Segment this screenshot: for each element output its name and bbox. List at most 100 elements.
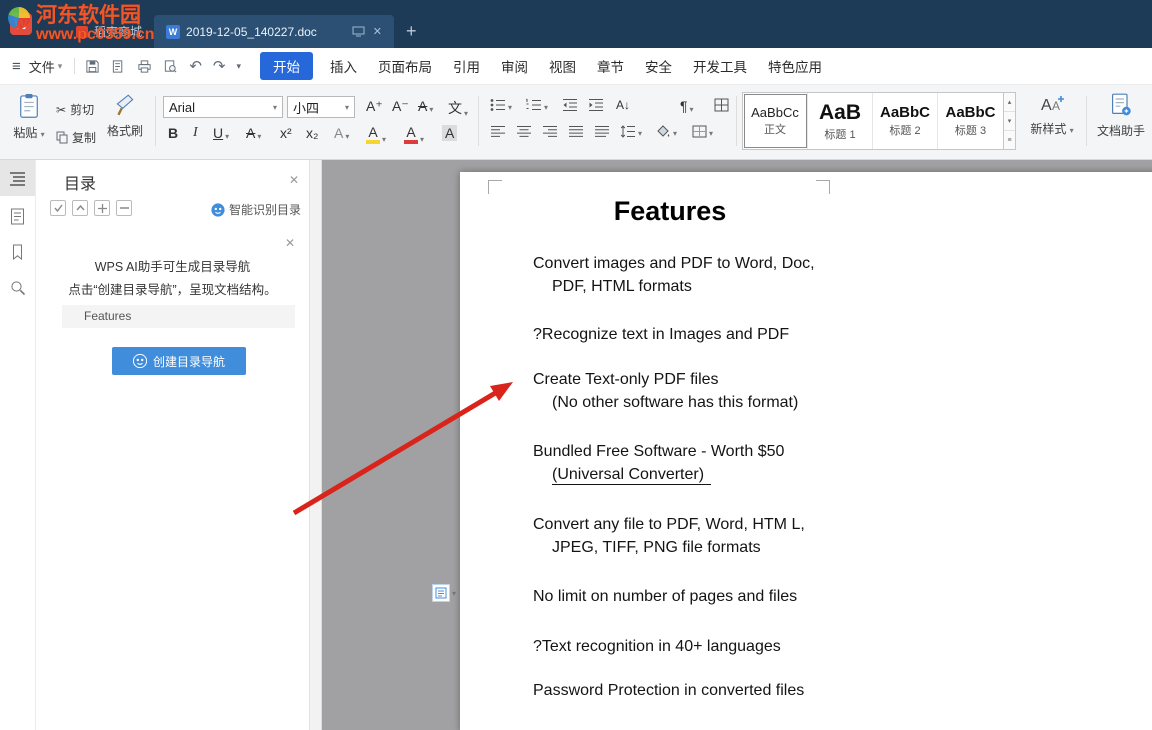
save-button[interactable] <box>85 59 100 74</box>
numbered-caret-icon: ▾ <box>544 103 548 112</box>
paste-button[interactable]: 粘贴 ▾ <box>6 93 52 141</box>
new-style-button[interactable]: AA 新样式 ▾ <box>1024 93 1080 137</box>
font-name-select[interactable]: Arial ▾ <box>163 96 283 118</box>
increase-indent-icon <box>588 98 604 112</box>
undo-button[interactable]: ↶ <box>189 57 202 75</box>
main-menu-icon[interactable]: ≡ <box>12 58 21 75</box>
text-tools-button[interactable] <box>714 98 729 112</box>
gallery-scroll-down-icon[interactable]: ▾ <box>1004 112 1015 131</box>
close-tab-icon[interactable]: ✕ <box>373 25 382 38</box>
clear-format-button[interactable]: A ▾ <box>418 98 433 114</box>
justify-button[interactable] <box>568 125 584 138</box>
tab-docer-mall[interactable]: 稻壳商城 <box>64 15 154 48</box>
style-heading2[interactable]: AaBbC 标题 2 <box>873 93 938 149</box>
shading-button[interactable]: ▾ <box>656 125 677 138</box>
doc-assistant-button[interactable]: 文档助手 <box>1094 93 1148 139</box>
char-shading-button[interactable]: A <box>442 125 457 141</box>
find-pane-button[interactable] <box>0 270 35 306</box>
tab-special-features[interactable]: 特色应用 <box>768 56 822 76</box>
line-spacing-button[interactable]: ▾ <box>620 125 642 138</box>
tab-page-layout[interactable]: 页面布局 <box>378 56 432 76</box>
shrink-font-button[interactable]: A⁻ <box>392 98 409 115</box>
numbered-list-button[interactable]: ▾ <box>526 98 548 112</box>
margin-mark <box>488 180 502 194</box>
tab-references[interactable]: 引用 <box>453 56 480 76</box>
toc-close-icon[interactable]: ✕ <box>289 173 299 187</box>
borders-icon <box>692 125 707 138</box>
font-color-swatch <box>404 140 418 144</box>
panel-resize-handle[interactable] <box>310 160 322 730</box>
sort-button[interactable]: A↓ <box>616 98 630 112</box>
tab-section[interactable]: 章节 <box>597 56 624 76</box>
gallery-more-icon[interactable]: ≡ <box>1004 131 1015 149</box>
new-tab-button[interactable]: + <box>394 15 429 48</box>
doc-file-icon: W <box>166 25 180 39</box>
print-button[interactable] <box>137 59 152 74</box>
paste-icon <box>18 93 40 119</box>
bookmark-icon <box>11 244 24 260</box>
style-heading1[interactable]: AaB 标题 1 <box>808 93 873 149</box>
text-effects-button[interactable]: A ▾ <box>334 125 349 141</box>
tab-review[interactable]: 审阅 <box>501 56 528 76</box>
toc-pane-button[interactable] <box>0 160 35 196</box>
style-preview: AaBbC <box>945 104 995 121</box>
document-page[interactable]: Features Convert images and PDF to Word,… <box>460 172 1152 730</box>
bold-button[interactable]: B <box>168 125 178 141</box>
increase-indent-button[interactable] <box>588 98 604 112</box>
highlight-color-button[interactable]: A ▾ <box>366 125 386 144</box>
superscript-button[interactable]: x² <box>280 125 292 141</box>
redo-button[interactable]: ↷ <box>213 57 226 75</box>
toc-collapse-icon[interactable] <box>72 200 88 216</box>
align-right-button[interactable] <box>542 125 558 138</box>
style-normal[interactable]: AaBbCc 正文 <box>743 93 808 149</box>
toc-expand-all-icon[interactable] <box>94 200 110 216</box>
tab-view[interactable]: 视图 <box>549 56 576 76</box>
fullscreen-icon[interactable] <box>352 26 365 37</box>
toc-outline-item[interactable]: Features <box>62 305 295 328</box>
grow-font-button[interactable]: A⁺ <box>366 98 383 115</box>
print-preview-button[interactable] <box>163 59 178 74</box>
svg-text:A: A <box>1041 97 1052 114</box>
outline-pane-button[interactable] <box>0 198 35 234</box>
file-menu[interactable]: 文件 <box>29 57 55 76</box>
align-left-button[interactable] <box>490 125 506 138</box>
borders-button[interactable]: ▾ <box>692 125 713 138</box>
tab-security[interactable]: 安全 <box>645 56 672 76</box>
style-label: 标题 2 <box>889 122 920 138</box>
subscript-button[interactable]: x₂ <box>306 125 318 141</box>
toc-collapse-all-icon[interactable] <box>116 200 132 216</box>
quick-access-more-icon[interactable]: ▾ <box>236 61 241 72</box>
document-line: ?Recognize text in Images and PDF <box>533 326 789 344</box>
output-pdf-button[interactable] <box>111 59 126 74</box>
font-size-select[interactable]: 小四 ▾ <box>287 96 355 118</box>
page-options-widget[interactable]: ▾ <box>432 584 456 602</box>
smart-identify-toc-button[interactable]: 智能识别目录 <box>211 201 301 218</box>
gallery-scroll-up-icon[interactable]: ▴ <box>1004 93 1015 112</box>
phonetic-guide-button[interactable]: 文 ▾ <box>448 98 468 118</box>
wps-logo[interactable]: W <box>10 13 32 35</box>
font-color-button[interactable]: A ▾ <box>404 125 424 144</box>
create-toc-nav-button[interactable]: 创建目录导航 <box>112 347 246 375</box>
tab-home[interactable]: 开始 <box>260 52 313 80</box>
bullet-list-button[interactable]: ▾ <box>490 98 512 112</box>
format-painter-button[interactable]: 格式刷 <box>102 93 148 139</box>
decrease-indent-button[interactable] <box>562 98 578 112</box>
tip-close-icon[interactable]: ✕ <box>285 236 295 250</box>
strikethrough-button[interactable]: A ▾ <box>246 125 261 141</box>
bookmark-pane-button[interactable] <box>0 234 35 270</box>
tab-insert[interactable]: 插入 <box>330 56 357 76</box>
tab-document[interactable]: W 2019-12-05_140227.doc ✕ <box>154 15 394 48</box>
style-preview: AaBbC <box>880 104 930 121</box>
cut-button[interactable]: ✂ 剪切 <box>56 101 94 118</box>
toc-select-icon[interactable] <box>50 200 66 216</box>
tab-developer[interactable]: 开发工具 <box>693 56 747 76</box>
show-marks-button[interactable]: ¶ ▾ <box>680 98 694 114</box>
copy-button[interactable]: 复制 <box>56 129 96 146</box>
underline-button[interactable]: U ▾ <box>213 125 229 141</box>
file-menu-caret-icon[interactable]: ▾ <box>58 61 63 72</box>
style-heading3[interactable]: AaBbC 标题 3 <box>938 93 1003 149</box>
distribute-button[interactable] <box>594 125 610 138</box>
divider <box>1086 96 1087 146</box>
align-center-button[interactable] <box>516 125 532 138</box>
italic-button[interactable]: I <box>193 125 198 141</box>
